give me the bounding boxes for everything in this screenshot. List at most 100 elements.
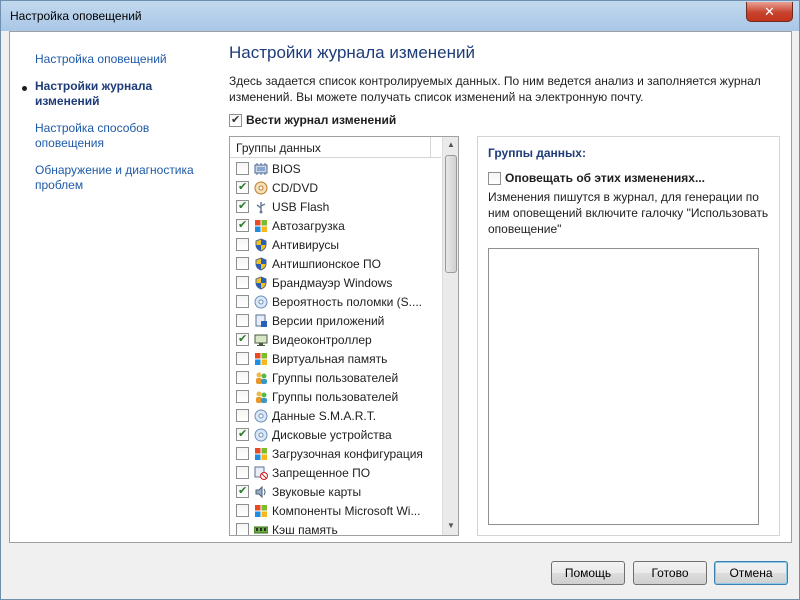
list-item-label: Загрузочная конфигурация bbox=[272, 446, 423, 461]
notify-checkbox-label: Оповещать об этих изменениях... bbox=[505, 171, 705, 185]
list-item[interactable]: Версии приложений bbox=[230, 311, 441, 330]
list-item[interactable]: Группы пользователей bbox=[230, 387, 441, 406]
list-item[interactable]: Брандмауэр Windows bbox=[230, 273, 441, 292]
list-item[interactable]: Загрузочная конфигурация bbox=[230, 444, 441, 463]
list-item[interactable]: Дисковые устройства bbox=[230, 425, 441, 444]
chip-icon bbox=[254, 162, 268, 176]
app-version-icon bbox=[254, 314, 268, 328]
list-item[interactable]: CD/DVD bbox=[230, 178, 441, 197]
usb-icon bbox=[254, 200, 268, 214]
scroll-down-icon[interactable]: ▼ bbox=[443, 518, 458, 534]
list-item[interactable]: Вероятность поломки (S.... bbox=[230, 292, 441, 311]
list-item-checkbox[interactable] bbox=[236, 466, 249, 479]
list-item-checkbox[interactable] bbox=[236, 218, 249, 232]
windows-icon bbox=[254, 219, 268, 233]
list-item-checkbox[interactable] bbox=[236, 427, 249, 441]
list-item[interactable]: BIOS bbox=[230, 159, 441, 178]
list-item-label: Запрещенное ПО bbox=[272, 465, 371, 480]
dialog-window: Настройка оповещений ✕ Настройка оповеще… bbox=[0, 0, 800, 600]
windows-icon bbox=[254, 447, 268, 461]
list-item-checkbox[interactable] bbox=[236, 409, 249, 422]
shield-icon bbox=[254, 256, 268, 271]
list-item-checkbox[interactable] bbox=[236, 484, 249, 498]
change-log-checkbox-row[interactable]: Вести журнал изменений bbox=[229, 113, 396, 127]
close-button[interactable]: ✕ bbox=[746, 2, 793, 22]
list-item-checkbox[interactable] bbox=[236, 238, 249, 251]
list-item-label: Компоненты Microsoft Wi... bbox=[272, 503, 421, 518]
list-item[interactable]: Виртуальная память bbox=[230, 349, 441, 368]
list-item-checkbox[interactable] bbox=[236, 504, 249, 517]
data-groups-panel: Группы данных: Оповещать об этих изменен… bbox=[477, 136, 780, 536]
list-item-checkbox[interactable] bbox=[236, 447, 249, 460]
list-column-header[interactable]: Группы данных bbox=[230, 137, 441, 158]
nav-active-bullet-icon bbox=[22, 86, 27, 91]
list-item-label: Группы пользователей bbox=[272, 389, 399, 404]
disc-icon bbox=[254, 181, 268, 195]
speaker-icon bbox=[254, 485, 268, 499]
list-item[interactable]: Автозагрузка bbox=[230, 216, 441, 235]
list-item[interactable]: USB Flash bbox=[230, 197, 441, 216]
list-item-checkbox[interactable] bbox=[236, 332, 249, 346]
list-item-label: CD/DVD bbox=[272, 180, 319, 195]
list-item[interactable]: Антивирусы bbox=[230, 235, 441, 254]
change-log-checkbox[interactable] bbox=[229, 113, 242, 127]
scroll-up-icon[interactable]: ▲ bbox=[443, 137, 458, 153]
list-item-checkbox[interactable] bbox=[236, 257, 249, 270]
list-item[interactable]: Данные S.M.A.R.T. bbox=[230, 406, 441, 425]
list-item-label: USB Flash bbox=[272, 199, 330, 214]
disc-blue-icon bbox=[254, 409, 268, 423]
list-item-label: Звуковые карты bbox=[272, 484, 362, 499]
users-icon bbox=[254, 390, 268, 404]
cancel-button[interactable]: Отмена bbox=[714, 561, 788, 585]
list-item-label: Антишпионское ПО bbox=[272, 256, 381, 271]
list-item[interactable]: Антишпионское ПО bbox=[230, 254, 441, 273]
list-item-checkbox[interactable] bbox=[236, 314, 249, 327]
monitor-icon bbox=[254, 333, 268, 347]
nav-item-change-log-settings[interactable]: Настройки журнала изменений bbox=[35, 79, 200, 109]
done-button[interactable]: Готово bbox=[633, 561, 707, 585]
list-item-label: BIOS bbox=[272, 161, 301, 176]
list-item-checkbox[interactable] bbox=[236, 523, 249, 535]
list-item-label: Кэш память bbox=[272, 522, 338, 536]
scrollbar-thumb[interactable] bbox=[445, 155, 457, 273]
data-groups-title: Группы данных: bbox=[488, 146, 586, 160]
list-item-checkbox[interactable] bbox=[236, 295, 249, 308]
list-item[interactable]: Запрещенное ПО bbox=[230, 463, 441, 482]
list-item-label: Автозагрузка bbox=[272, 218, 345, 233]
notify-checkbox-row[interactable]: Оповещать об этих изменениях... bbox=[488, 171, 705, 185]
disc-blue-icon bbox=[254, 428, 268, 442]
list-item-label: Версии приложений bbox=[272, 313, 385, 328]
help-button[interactable]: Помощь bbox=[551, 561, 625, 585]
notify-hint-text: Изменения пишутся в журнал, для генераци… bbox=[488, 190, 769, 236]
window-title: Настройка оповещений bbox=[10, 9, 142, 23]
list-item-checkbox[interactable] bbox=[236, 199, 249, 213]
list-item-label: Группы пользователей bbox=[272, 370, 399, 385]
data-groups-list[interactable]: Группы данных BIOS CD/DVD USB Flash Автозаг… bbox=[229, 136, 459, 536]
nav-item-notification-settings[interactable]: Настройка оповещений bbox=[35, 52, 200, 67]
list-item-checkbox[interactable] bbox=[236, 371, 249, 384]
list-item[interactable]: Видеоконтроллер bbox=[230, 330, 441, 349]
dialog-content: Настройка оповещений Настройки журнала и… bbox=[9, 31, 792, 543]
list-scrollbar[interactable]: ▲ ▼ bbox=[442, 137, 458, 535]
list-item[interactable]: Компоненты Microsoft Wi... bbox=[230, 501, 441, 520]
list-item[interactable]: Группы пользователей bbox=[230, 368, 441, 387]
notify-checkbox[interactable] bbox=[488, 171, 501, 185]
nav-item-notification-methods[interactable]: Настройка способов оповещения bbox=[35, 121, 200, 151]
page-description: Здесь задается список контролируемых дан… bbox=[229, 74, 761, 104]
list-item-label: Дисковые устройства bbox=[272, 427, 392, 442]
title-bar[interactable]: Настройка оповещений ✕ bbox=[1, 1, 799, 31]
list-item-checkbox[interactable] bbox=[236, 352, 249, 365]
list-item-label: Антивирусы bbox=[272, 237, 339, 252]
list-item-checkbox[interactable] bbox=[236, 276, 249, 289]
list-item-label: Вероятность поломки (S.... bbox=[272, 294, 422, 309]
list-item-checkbox[interactable] bbox=[236, 390, 249, 403]
list-item-checkbox[interactable] bbox=[236, 162, 249, 175]
windows-icon bbox=[254, 352, 268, 366]
list-item[interactable]: Кэш память bbox=[230, 520, 441, 536]
shield-icon bbox=[254, 237, 268, 252]
disc-blue-icon bbox=[254, 295, 268, 309]
page-title: Настройки журнала изменений bbox=[229, 43, 476, 62]
list-item-checkbox[interactable] bbox=[236, 180, 249, 194]
list-item[interactable]: Звуковые карты bbox=[230, 482, 441, 501]
nav-item-problem-diagnostics[interactable]: Обнаружение и диагностика проблем bbox=[35, 163, 200, 193]
